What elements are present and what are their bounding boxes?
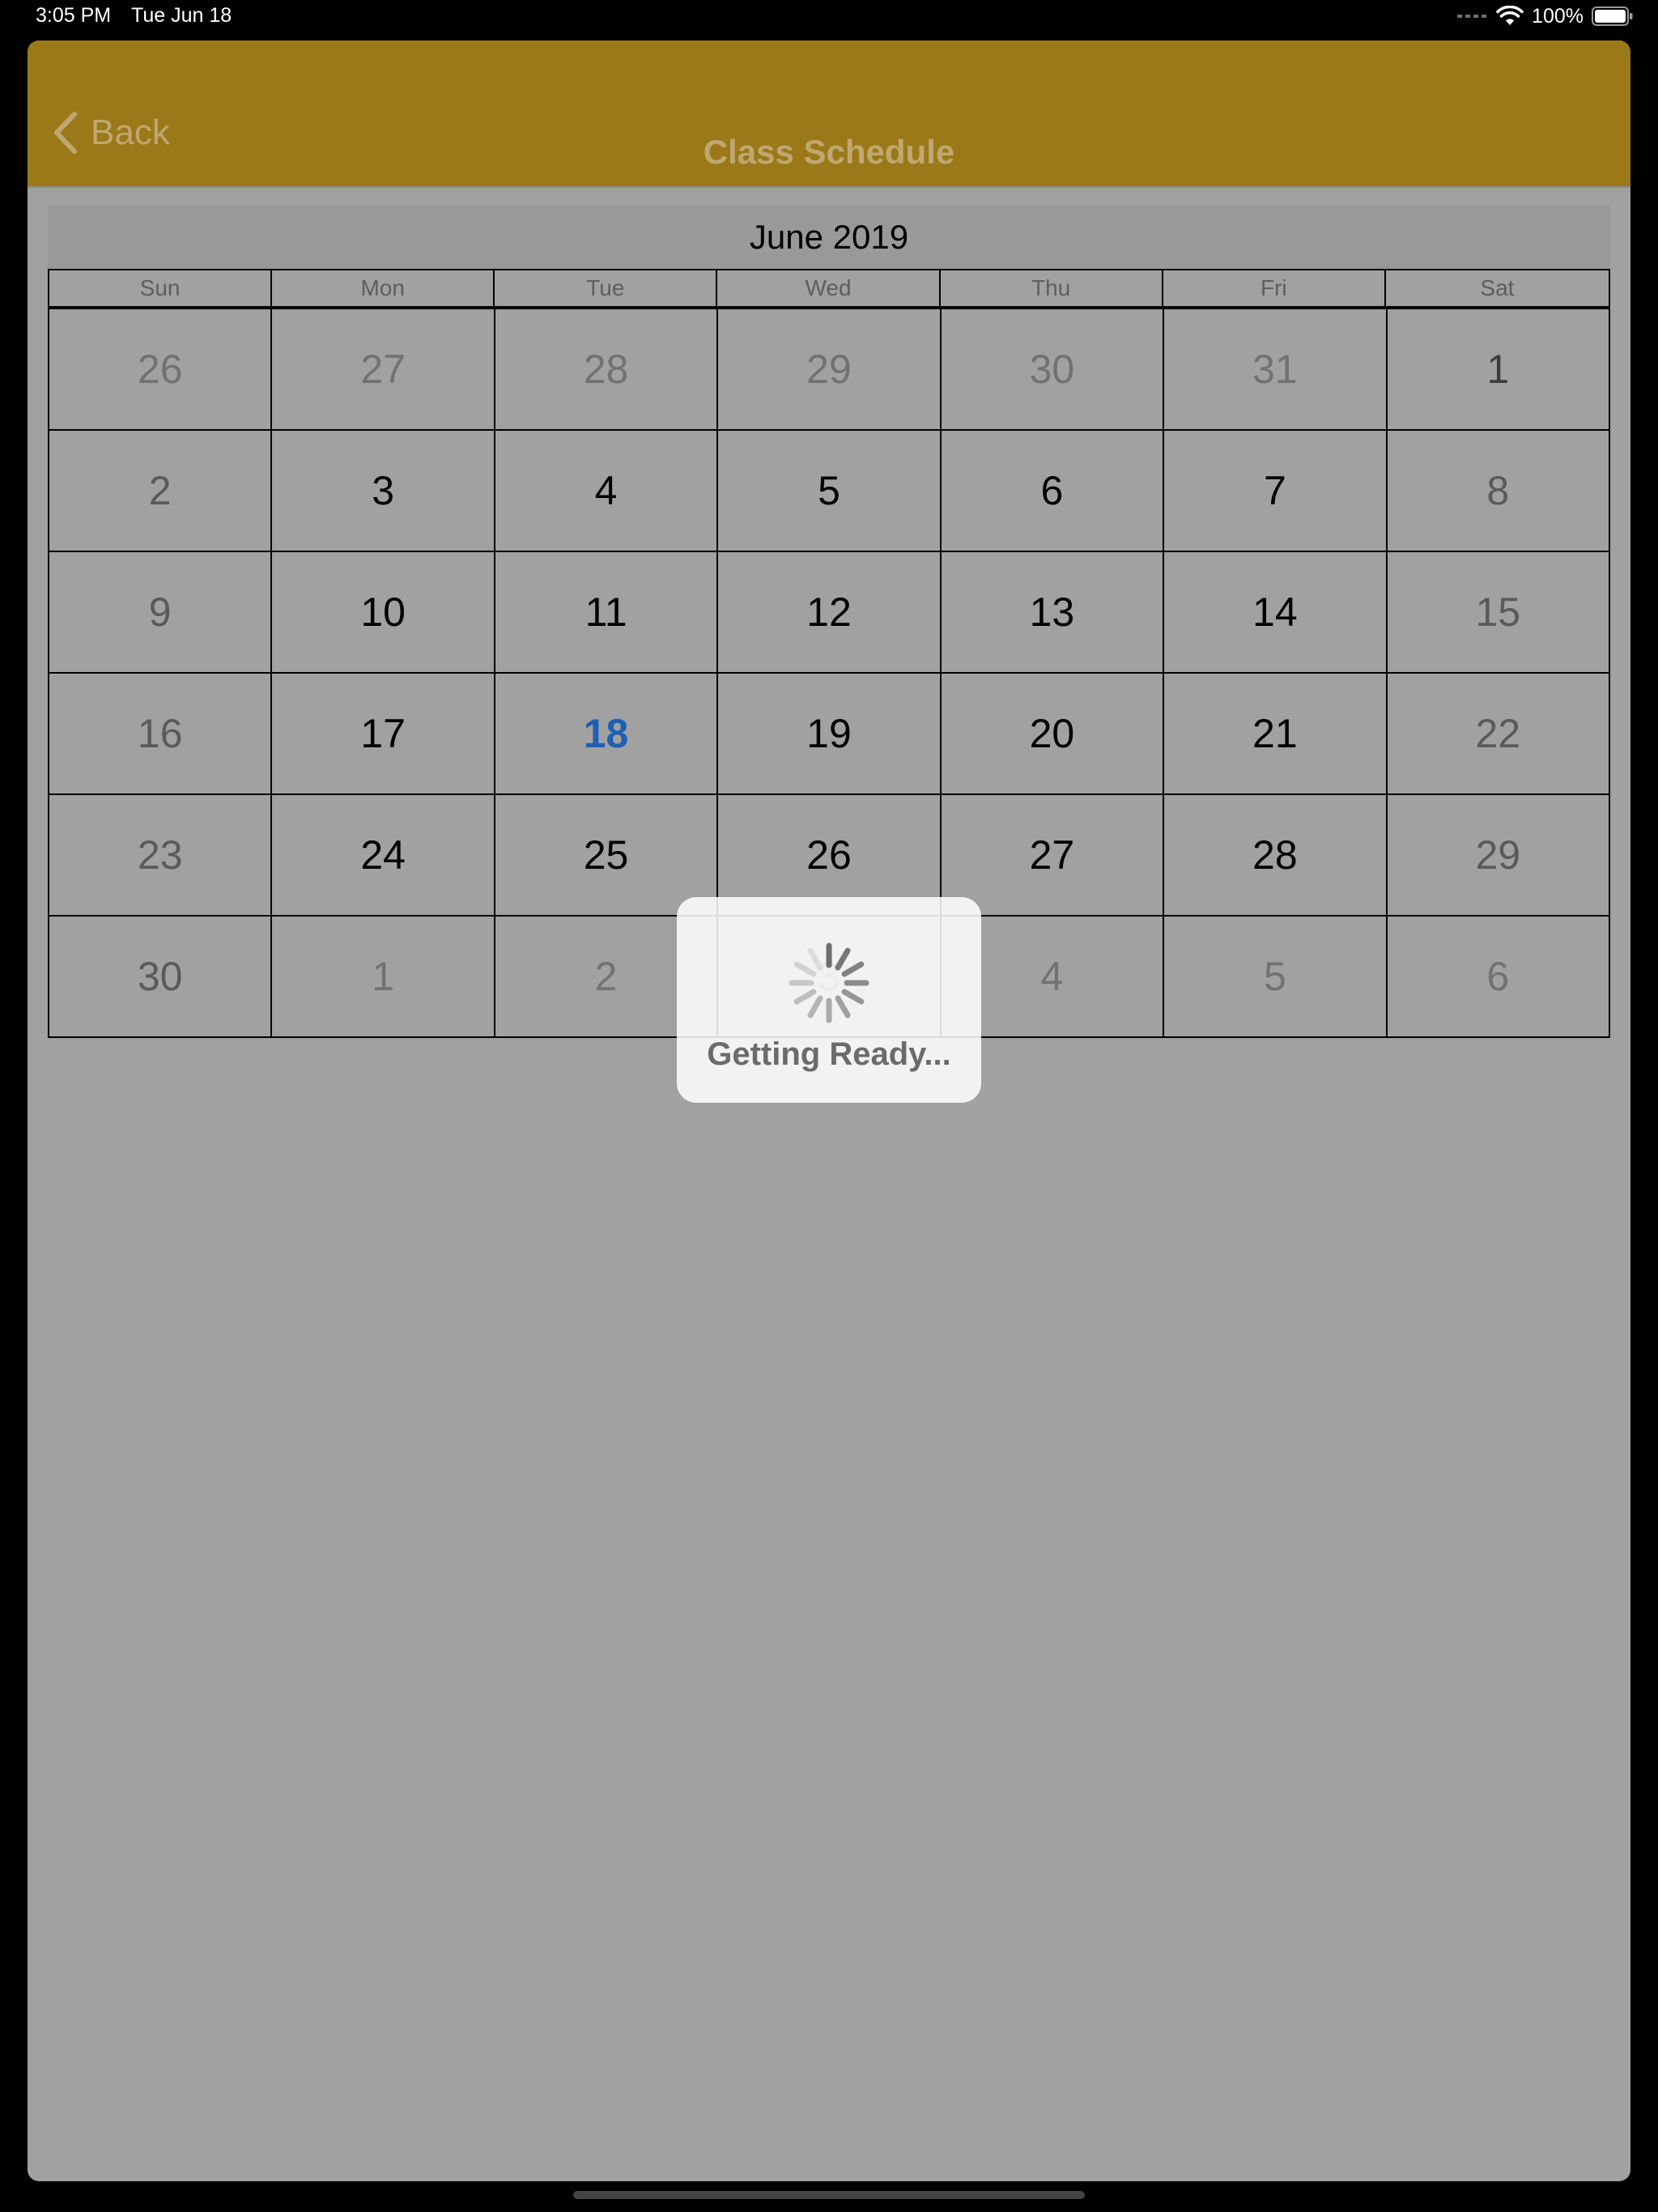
spinner-spoke <box>793 989 817 1005</box>
calendar-day[interactable]: 2 <box>49 431 273 552</box>
calendar-day[interactable]: 6 <box>1387 917 1610 1038</box>
wifi-icon <box>1496 6 1524 25</box>
calendar-day[interactable]: 1 <box>1387 309 1610 431</box>
nav-divider <box>28 186 1630 188</box>
calendar-day[interactable]: 29 <box>1387 795 1610 917</box>
calendar-day[interactable]: 28 <box>1164 795 1388 917</box>
home-indicator <box>573 2191 1085 2199</box>
calendar-day[interactable]: 23 <box>49 795 273 917</box>
calendar-day[interactable]: 19 <box>718 674 942 795</box>
spinner-spoke <box>841 989 865 1005</box>
status-date: Tue Jun 18 <box>131 4 232 27</box>
loading-label: Getting Ready... <box>707 1036 951 1072</box>
weekday-label-fri: Fri <box>1163 270 1386 306</box>
calendar-day[interactable]: 29 <box>718 309 942 431</box>
spinner-spoke <box>835 947 851 971</box>
calendar-day[interactable]: 14 <box>1164 552 1388 674</box>
calendar-day[interactable]: 30 <box>49 917 273 1038</box>
spinner-spoke <box>807 995 823 1019</box>
calendar-day[interactable]: 3 <box>272 431 495 552</box>
calendar-day[interactable]: 22 <box>1387 674 1610 795</box>
calendar-day[interactable]: 17 <box>272 674 495 795</box>
loading-overlay: Getting Ready... <box>677 897 981 1103</box>
weekday-label-sat: Sat <box>1480 275 1515 300</box>
weekday-label-mon: Mon <box>272 270 495 306</box>
calendar-day[interactable]: 1 <box>272 917 495 1038</box>
calendar-day[interactable]: 27 <box>941 795 1165 917</box>
status-indicators: 100% <box>1457 3 1634 29</box>
calendar-day[interactable]: 24 <box>272 795 495 917</box>
spinner-spoke <box>835 995 851 1019</box>
weekday-label-wed: Wed <box>717 270 941 306</box>
calendar-day[interactable]: 9 <box>49 552 273 674</box>
calendar-day[interactable]: 30 <box>941 309 1165 431</box>
app-sheet: Back Class Schedule June 2019 Sun Mon Tu… <box>28 40 1630 2181</box>
calendar-day[interactable]: 27 <box>272 309 495 431</box>
calendar-day[interactable]: 26 <box>49 309 273 431</box>
calendar-day[interactable]: 6 <box>941 431 1165 552</box>
weekday-label-sun: Sun <box>49 270 273 306</box>
weekday-header-row: Sun Mon Tue Wed Thu Fri Sat <box>48 269 1610 309</box>
calendar-day[interactable]: 4 <box>495 431 719 552</box>
spinner-spoke <box>807 947 823 971</box>
calendar-day[interactable]: 16 <box>49 674 273 795</box>
spinner-spoke <box>793 961 817 977</box>
battery-percentage: 100% <box>1532 4 1584 28</box>
status-bar: 3:05 PM Tue Jun 18 100% <box>0 0 1658 34</box>
page-title: Class Schedule <box>703 133 955 171</box>
weekday-label-thu: Thu <box>941 270 1163 306</box>
calendar-day[interactable]: 21 <box>1164 674 1388 795</box>
calendar-day[interactable]: 31 <box>1164 309 1388 431</box>
calendar-day[interactable]: 5 <box>718 431 942 552</box>
calendar-day[interactable]: 25 <box>495 795 719 917</box>
status-time: 3:05 PM <box>36 4 112 27</box>
cellular-signal-icon <box>1457 15 1487 18</box>
calendar-day[interactable]: 10 <box>272 552 495 674</box>
calendar-day[interactable]: 5 <box>1164 917 1388 1038</box>
calendar-day[interactable]: 20 <box>941 674 1165 795</box>
calendar-day[interactable]: 8 <box>1387 431 1610 552</box>
calendar-day[interactable]: 11 <box>495 552 719 674</box>
calendar-day[interactable]: 15 <box>1387 552 1610 674</box>
calendar-day[interactable]: 12 <box>718 552 942 674</box>
spinner-spoke <box>841 961 865 977</box>
battery-icon <box>1592 6 1633 26</box>
activity-spinner-icon <box>789 942 869 1023</box>
navigation-bar: Back Class Schedule <box>28 40 1630 186</box>
calendar-day[interactable]: 28 <box>495 309 719 431</box>
month-header: June 2019 <box>48 206 1610 269</box>
weekday-label-tue: Tue <box>495 270 718 306</box>
calendar-day[interactable]: 13 <box>941 552 1165 674</box>
calendar-day[interactable]: 7 <box>1164 431 1388 552</box>
calendar-day-today[interactable]: 18 <box>495 674 719 795</box>
